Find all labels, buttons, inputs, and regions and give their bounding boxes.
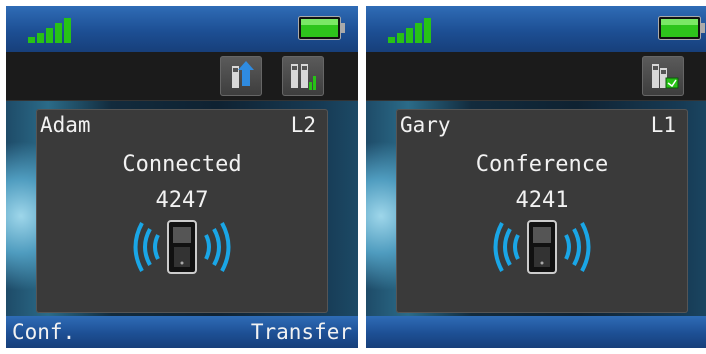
phone-screen-left: Adam L2 Connected 4247 Conf. Transfer — [6, 6, 358, 348]
call-status: Connected — [122, 152, 242, 177]
softkey-bar — [366, 316, 706, 348]
line-indicator: L1 — [650, 113, 676, 137]
softkey-transfer[interactable]: Transfer — [251, 320, 352, 344]
signal-strength-icon — [28, 18, 71, 43]
softkey-conference[interactable]: Conf. — [12, 320, 75, 344]
phone-number: 4247 — [155, 188, 209, 213]
battery-icon — [298, 16, 345, 40]
active-call-handset-icon — [493, 220, 591, 274]
softkey-bar: Conf. Transfer — [6, 316, 358, 348]
phone-number: 4241 — [515, 188, 569, 213]
battery-icon — [658, 16, 705, 40]
contact-name: Gary — [400, 113, 451, 137]
call-info-card: Gary L1 Conference 4241 — [396, 109, 688, 313]
line-indicator: L2 — [290, 113, 316, 137]
toolbar — [6, 52, 358, 101]
conference-merge-icon[interactable] — [642, 56, 684, 96]
phone-screen-right: Gary L1 Conference 4241 — [366, 6, 706, 348]
call-info-card: Adam L2 Connected 4247 — [36, 109, 328, 313]
signal-strength-icon — [388, 18, 431, 43]
call-split-icon[interactable] — [282, 56, 324, 96]
status-bar — [6, 6, 358, 52]
active-call-handset-icon — [133, 220, 231, 274]
contact-name: Adam — [40, 113, 91, 137]
call-transfer-icon[interactable] — [220, 56, 262, 96]
call-status: Conference — [475, 152, 609, 177]
status-bar — [366, 6, 706, 52]
toolbar — [366, 52, 706, 101]
